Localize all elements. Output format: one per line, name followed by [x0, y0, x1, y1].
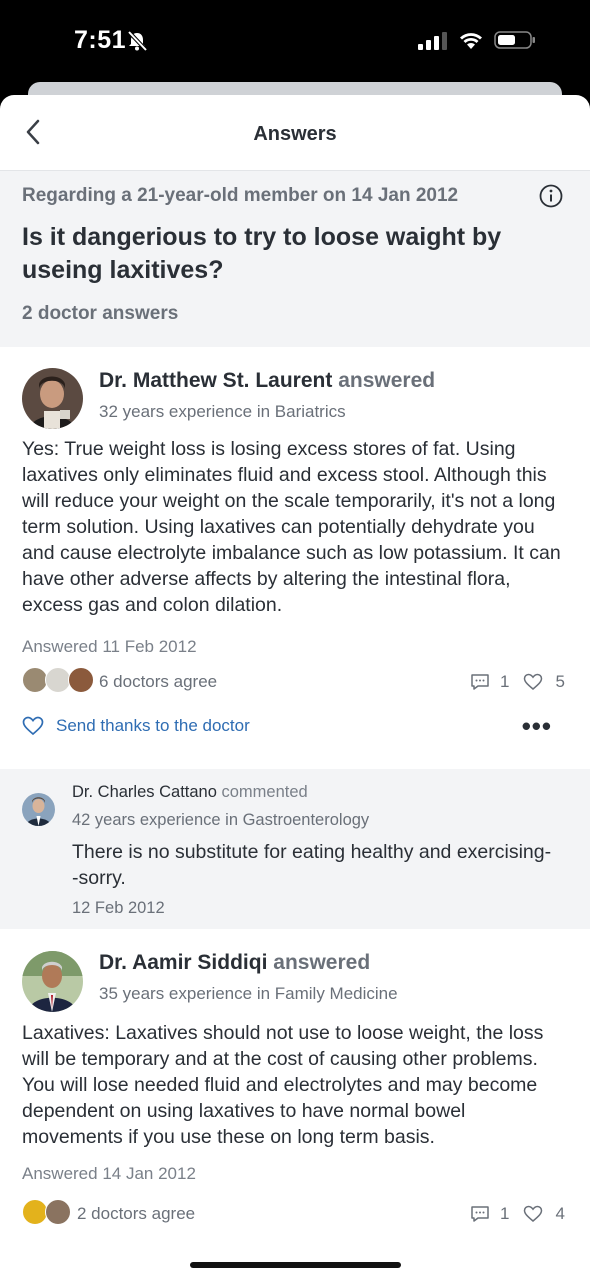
comment-icon [471, 1206, 489, 1222]
comment-stat[interactable]: 1 [470, 672, 509, 692]
answer-stats: 1 5 [470, 672, 565, 692]
doctor-experience: 32 years experience in Bariatrics [99, 402, 346, 421]
wifi-icon [460, 33, 482, 49]
comment-stat[interactable]: 1 [470, 1204, 509, 1224]
more-icon[interactable]: ••• [522, 711, 552, 742]
status-time: 7:51 [74, 26, 127, 54]
doctor-name-text: Dr. Aamir Siddiqi [99, 951, 268, 974]
heart-icon [524, 673, 543, 690]
commenter-name[interactable]: Dr. Charles Cattano commented [72, 783, 308, 802]
heart-icon [524, 1205, 543, 1222]
question-title: Is it dangerious to try to loose waight … [22, 223, 502, 284]
like-count: 4 [555, 1204, 565, 1223]
home-indicator [190, 1262, 401, 1268]
answer-text: Laxatives: Laxatives should not use to l… [22, 1022, 544, 1148]
comment-count: 1 [500, 672, 510, 691]
like-stat[interactable]: 5 [523, 672, 565, 692]
avatar [22, 793, 55, 826]
agree-count[interactable]: 2 doctors agree [77, 1204, 195, 1224]
comment-card: Dr. Charles Cattano commented 42 years e… [0, 769, 590, 929]
answer-date: Answered 14 Jan 2012 [22, 1164, 196, 1183]
answer-count: 2 doctor answers [22, 303, 179, 324]
avatar [22, 368, 83, 429]
send-thanks-button[interactable]: Send thanks to the doctor [22, 716, 250, 736]
answer-stats: 1 4 [470, 1204, 565, 1224]
doctor-name[interactable]: Dr. Aamir Siddiqi answered [99, 951, 370, 975]
answered-label: answered [273, 951, 371, 974]
avatar [22, 951, 83, 1012]
commenter-experience: 42 years experience in Gastroenterology [72, 811, 370, 829]
like-count: 5 [555, 672, 565, 691]
answers-sheet: Answers Regarding a 21-year-old member o… [0, 95, 590, 1280]
avatar [68, 667, 94, 693]
comment-text: There is no substitute for eating health… [72, 841, 552, 889]
answer-date: Answered 11 Feb 2012 [22, 637, 197, 656]
page-title: Answers [253, 123, 337, 145]
commented-label: commented [221, 783, 308, 801]
answer-card: Dr. Aamir Siddiqi answered 35 years expe… [0, 929, 590, 1280]
doctor-experience: 35 years experience in Family Medicine [99, 984, 398, 1003]
question-context: Regarding a 21-year-old member on 14 Jan… [22, 185, 459, 206]
avatar [45, 1199, 71, 1225]
comment-count: 1 [500, 1204, 510, 1223]
silent-bell-icon [127, 30, 148, 52]
agree-avatars[interactable] [22, 667, 94, 693]
answer-text: Yes: True weight loss is losing excess s… [22, 438, 561, 616]
battery-icon [494, 31, 535, 49]
commenter-name-text: Dr. Charles Cattano [72, 783, 217, 801]
send-thanks-label: Send thanks to the doctor [56, 716, 250, 735]
info-icon[interactable] [539, 184, 563, 208]
comment-icon [471, 674, 489, 690]
heart-outline-icon [22, 716, 44, 736]
comment-date: 12 Feb 2012 [72, 899, 165, 917]
status-bar: 7:51 [0, 0, 590, 82]
signal-icon [418, 32, 450, 50]
answer-card: Dr. Matthew St. Laurent answered 32 year… [0, 347, 590, 769]
question-header: Regarding a 21-year-old member on 14 Jan… [0, 171, 590, 347]
agree-count[interactable]: 6 doctors agree [99, 672, 217, 692]
agree-avatars[interactable] [22, 1199, 72, 1225]
like-stat[interactable]: 4 [523, 1204, 565, 1224]
doctor-name-text: Dr. Matthew St. Laurent [99, 369, 333, 392]
answered-label: answered [338, 369, 436, 392]
nav-bar: Answers [0, 95, 590, 171]
doctor-name[interactable]: Dr. Matthew St. Laurent answered [99, 369, 435, 393]
